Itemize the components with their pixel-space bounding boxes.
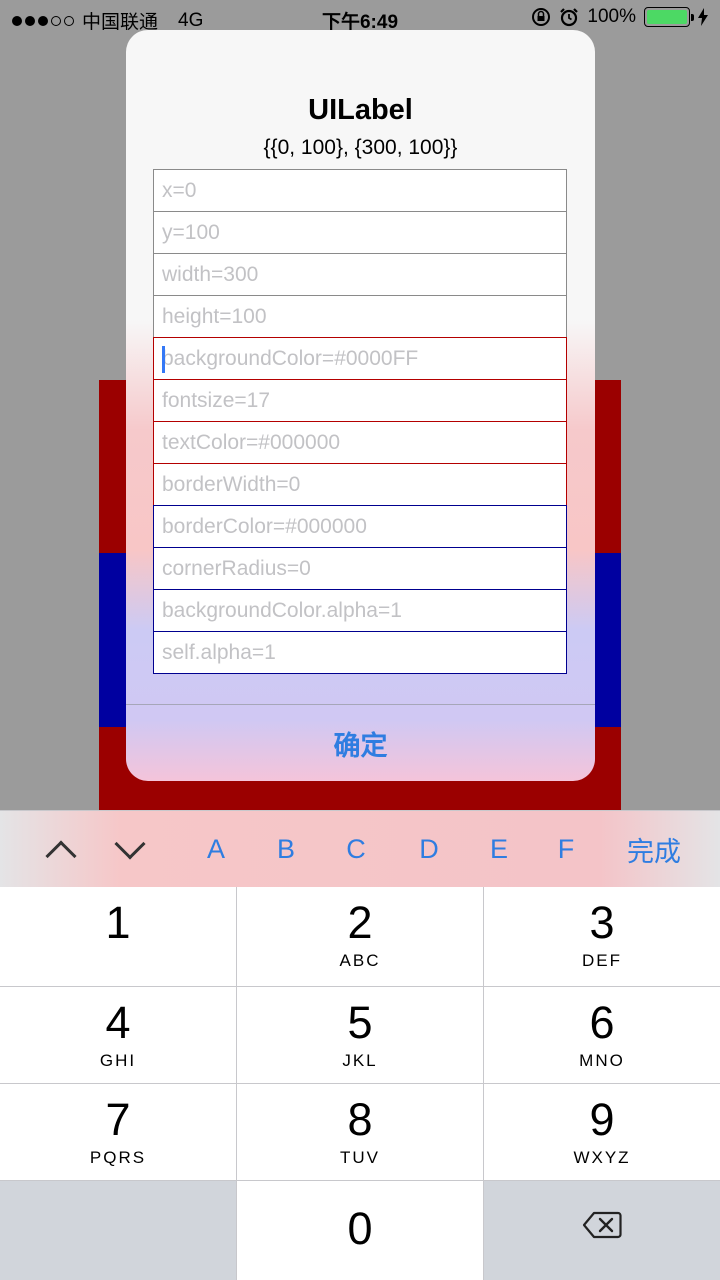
key-letters: TUV [340,1148,380,1167]
alarm-icon [560,8,579,27]
x-field[interactable]: x=0 [153,169,567,212]
text-color-field[interactable]: textColor=#000000 [153,421,567,464]
key-0[interactable]: 0 [237,1181,484,1280]
key-digit: 3 [589,897,615,948]
key-3[interactable]: 3 DEF [484,887,720,987]
field-placeholder: backgroundColor.alpha=1 [162,598,402,622]
border-color-field[interactable]: borderColor=#000000 [153,505,567,548]
key-8[interactable]: 8 TUV [237,1084,484,1181]
key-1[interactable]: 1 [0,887,237,987]
key-digit: 6 [589,997,615,1048]
height-field[interactable]: height=100 [153,295,567,338]
key-digit: 0 [347,1203,373,1254]
alert-text-fields: x=0 y=100 width=300 height=100 backgroun… [153,169,567,674]
key-letters: MNO [579,1051,625,1070]
field-placeholder: cornerRadius=0 [162,556,311,580]
fontsize-field[interactable]: fontsize=17 [153,379,567,422]
key-digit: 5 [347,997,373,1048]
status-right: 100% [531,6,708,28]
key-5[interactable]: 5 JKL [237,987,484,1084]
alert-dialog: UILabel {{0, 100}, {300, 100}} x=0 y=100… [126,30,595,781]
key-digit: 9 [589,1094,615,1145]
key-2[interactable]: 2 ABC [237,887,484,987]
field-placeholder: borderColor=#000000 [162,514,367,538]
number-pad: 1 2 ABC 3 DEF 4 GHI 5 JKL 6 MNO 7 PQRS 8… [0,887,720,1280]
key-9[interactable]: 9 WXYZ [484,1084,720,1181]
field-placeholder: x=0 [162,178,197,202]
y-field[interactable]: y=100 [153,211,567,254]
hex-key-b[interactable]: B [266,811,306,888]
width-field[interactable]: width=300 [153,253,567,296]
self-alpha-field[interactable]: self.alpha=1 [153,631,567,674]
chevron-down-icon [114,827,146,860]
alert-message: {{0, 100}, {300, 100}} [263,136,458,159]
key-letters: JKL [342,1051,378,1070]
previous-field-button[interactable] [36,811,86,888]
key-digit: 8 [347,1094,373,1145]
key-digit: 7 [105,1094,131,1145]
background-color-field[interactable]: backgroundColor=#0000FF [153,337,567,380]
key-letters: GHI [99,1051,137,1070]
key-4[interactable]: 4 GHI [0,987,237,1084]
backspace-icon [582,1211,622,1239]
text-cursor [162,346,165,373]
key-letters: DEF [582,951,622,970]
field-placeholder: fontsize=17 [162,388,270,412]
alert-title: UILabel [308,94,413,126]
battery-percent: 100% [587,6,636,27]
hex-key-f[interactable]: F [546,811,586,888]
chevron-up-icon [45,839,77,872]
key-letters: PQRS [89,1148,147,1167]
border-width-field[interactable]: borderWidth=0 [153,463,567,506]
background-alpha-field[interactable]: backgroundColor.alpha=1 [153,589,567,632]
key-6[interactable]: 6 MNO [484,987,720,1084]
key-digit: 1 [105,897,131,948]
field-placeholder: y=100 [162,220,220,244]
charging-icon [698,8,708,26]
done-button[interactable]: 完成 [616,811,692,888]
orientation-lock-icon [532,8,551,26]
field-placeholder: backgroundColor=#0000FF [162,346,419,370]
field-placeholder: textColor=#000000 [162,430,341,454]
battery-icon [644,7,694,27]
key-digit: 2 [347,897,373,948]
hex-key-d[interactable]: D [409,811,449,888]
hex-key-e[interactable]: E [479,811,519,888]
corner-radius-field[interactable]: cornerRadius=0 [153,547,567,590]
hex-key-a[interactable]: A [196,811,236,888]
confirm-button[interactable]: 确定 [126,705,595,781]
blank-key [0,1181,237,1280]
delete-key[interactable] [484,1181,720,1280]
next-field-button[interactable] [105,811,155,888]
field-placeholder: self.alpha=1 [162,640,276,664]
key-letters: WXYZ [573,1148,631,1167]
field-placeholder: height=100 [162,304,267,328]
field-placeholder: borderWidth=0 [162,472,301,496]
keyboard-toolbar: A B C D E F 完成 [0,810,720,887]
hex-key-c[interactable]: C [336,811,376,888]
key-letters: ABC [339,951,381,970]
key-digit: 4 [105,997,131,1048]
key-7[interactable]: 7 PQRS [0,1084,237,1181]
field-placeholder: width=300 [162,262,259,286]
